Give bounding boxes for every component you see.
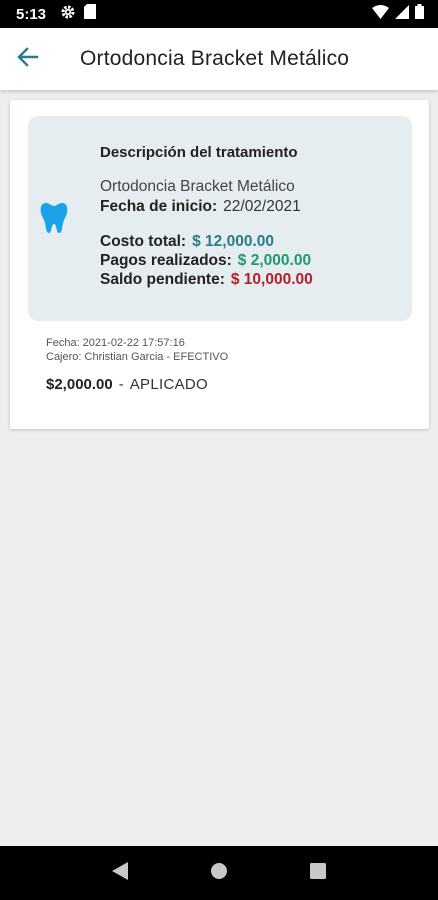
payment-date: Fecha: 2021-02-22 17:57:16: [46, 337, 185, 349]
total-cost-value: $ 12,000.00: [192, 233, 274, 250]
home-circle-icon: [210, 862, 228, 885]
back-triangle-icon: [111, 861, 128, 885]
gear-icon: [60, 4, 76, 25]
start-date-value: 22/02/2021: [223, 198, 301, 215]
total-cost-row: Costo total: $ 12,000.00: [100, 233, 400, 251]
system-nav-bar: [0, 846, 438, 900]
wifi-icon: [372, 4, 389, 24]
start-date-label: Fecha de inicio:: [100, 198, 218, 215]
balance-row: Saldo pendiente: $ 10,000.00: [100, 271, 400, 289]
recents-square-icon: [310, 862, 327, 884]
nav-back-button[interactable]: [100, 853, 140, 893]
treatment-summary: Descripción del tratamiento Ortodoncia B…: [28, 116, 412, 321]
payment-item[interactable]: Fecha: 2021-02-22 17:57:16 Cajero: Chris…: [46, 336, 228, 393]
tooth-icon: [40, 202, 68, 239]
payment-status: APLICADO: [129, 376, 208, 393]
back-button[interactable]: [0, 28, 56, 90]
treatment-name: Ortodoncia Bracket Metálico: [100, 178, 295, 195]
balance-label: Saldo pendiente:: [100, 271, 225, 288]
start-date-line: Fecha de inicio: 22/02/2021: [100, 198, 400, 216]
payment-amount: $2,000.00: [46, 376, 113, 393]
nav-home-button[interactable]: [199, 853, 239, 893]
arrow-left-icon: [17, 46, 39, 72]
battery-icon: [415, 4, 424, 24]
total-cost-label: Costo total:: [100, 233, 187, 250]
nav-recents-button[interactable]: [298, 853, 338, 893]
treatment-heading: Descripción del tratamiento: [100, 144, 298, 161]
treatment-card: Descripción del tratamiento Ortodoncia B…: [10, 100, 429, 429]
payments-made-label: Pagos realizados:: [100, 252, 232, 269]
payment-cashier: Cajero: Christian Garcia - EFECTIVO: [46, 351, 229, 363]
balance-value: $ 10,000.00: [230, 271, 313, 288]
signal-icon: [395, 4, 409, 24]
page-title: Ortodoncia Bracket Metálico: [80, 47, 350, 70]
sd-card-icon: [84, 4, 97, 24]
payments-made-row: Pagos realizados: $ 2,000.00: [100, 252, 400, 270]
status-time: 5:13: [16, 5, 47, 23]
status-bar: 5:13: [0, 0, 438, 28]
app-bar: Ortodoncia Bracket Metálico: [0, 28, 438, 90]
payments-made-value: $ 2,000.00: [237, 252, 312, 269]
payment-separator: -: [118, 376, 124, 393]
